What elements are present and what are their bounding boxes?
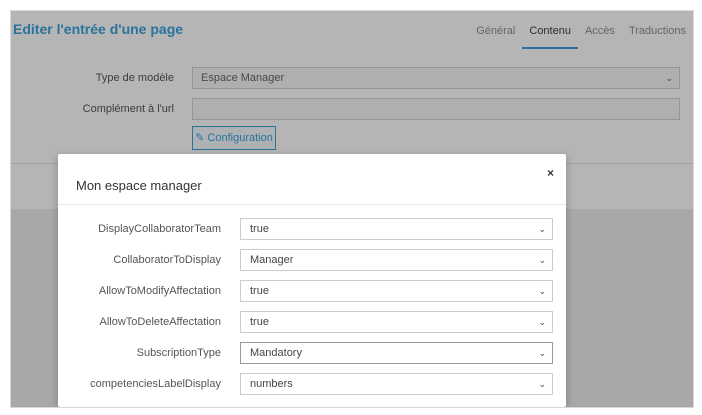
chevron-down-icon: ⌄	[538, 224, 546, 234]
subscription-type-select[interactable]: Mandatory ⌄	[240, 342, 553, 364]
chevron-down-icon: ⌄	[538, 379, 546, 389]
select-value: true	[250, 223, 269, 235]
config-modal: Mon espace manager × DisplayCollaborator…	[58, 154, 566, 407]
field-label-collaborator-to-display: CollaboratorToDisplay	[113, 254, 221, 266]
chevron-down-icon: ⌄	[538, 348, 546, 358]
modal-header-divider	[58, 204, 566, 205]
field-label-allow-to-modify-affectation: AllowToModifyAffectation	[98, 285, 221, 297]
close-icon[interactable]: ×	[547, 166, 554, 180]
select-value: true	[250, 316, 269, 328]
field-label-subscription-type: SubscriptionType	[136, 347, 221, 359]
select-value: Mandatory	[250, 347, 302, 359]
display-collaborator-team-select[interactable]: true ⌄	[240, 218, 553, 240]
app-frame: Editer l'entrée d'une page Général Conte…	[10, 10, 694, 408]
competencies-label-display-select[interactable]: numbers ⌄	[240, 373, 553, 395]
allow-to-modify-affectation-select[interactable]: true ⌄	[240, 280, 553, 302]
allow-to-delete-affectation-select[interactable]: true ⌄	[240, 311, 553, 333]
select-value: numbers	[250, 378, 293, 390]
field-label-display-collaborator-team: DisplayCollaboratorTeam	[98, 223, 221, 235]
chevron-down-icon: ⌄	[538, 286, 546, 296]
field-label-allow-to-delete-affectation: AllowToDeleteAffectation	[99, 316, 221, 328]
select-value: true	[250, 285, 269, 297]
chevron-down-icon: ⌄	[538, 255, 546, 265]
collaborator-to-display-select[interactable]: Manager ⌄	[240, 249, 553, 271]
select-value: Manager	[250, 254, 294, 266]
chevron-down-icon: ⌄	[538, 317, 546, 327]
field-label-competencies-label-display: competenciesLabelDisplay	[90, 378, 221, 390]
modal-title: Mon espace manager	[76, 178, 202, 193]
